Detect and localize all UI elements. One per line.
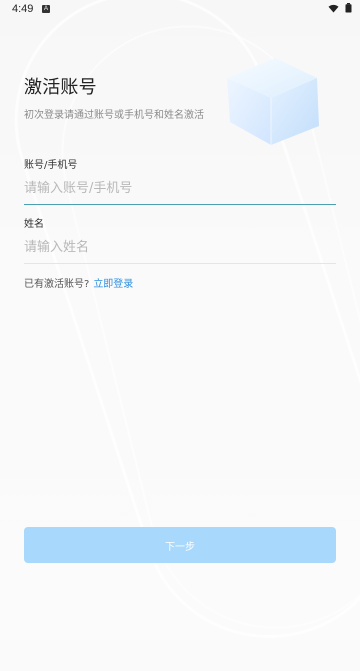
login-now-link[interactable]: 立即登录 [93,279,133,290]
name-input-underline [24,263,336,264]
status-time: 4:49 [12,3,34,15]
decorative-cube-illustration [227,58,319,145]
status-bar: 4:49 A [0,0,360,20]
account-input[interactable] [24,177,336,201]
page-subtitle: 初次登录请通过账号或手机号和姓名激活 [24,110,204,121]
account-field-label: 账号/手机号 [24,160,78,171]
login-hint-text: 已有激活账号? [24,279,90,290]
wifi-icon [328,4,339,12]
activation-page: 4:49 A 激活账号 初次登录请通过账号或手机号和姓名激活 账号/手机号 姓名… [0,0,360,671]
battery-icon [345,3,352,13]
status-icons [328,3,352,13]
page-title: 激活账号 [24,77,97,98]
login-hint: 已有激活账号? 立即登录 [24,278,133,292]
next-step-button[interactable]: 下一步 [24,527,336,563]
name-field-label: 姓名 [24,219,44,230]
name-input[interactable] [24,236,336,260]
notification-icon: A [42,5,50,13]
account-input-underline [24,204,336,205]
